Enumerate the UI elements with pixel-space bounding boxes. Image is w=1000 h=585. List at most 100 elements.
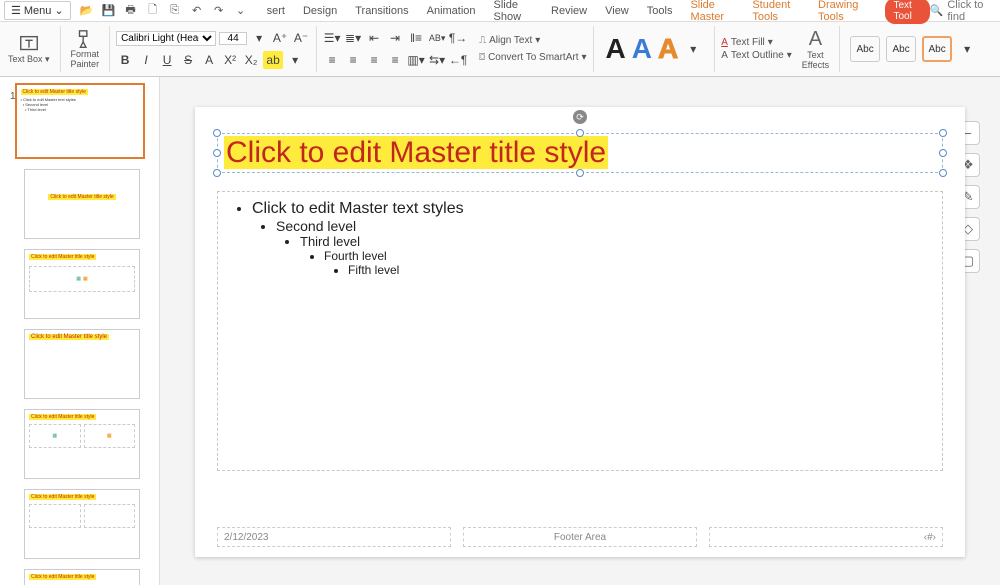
tab-student-tools[interactable]: Student Tools [752,0,800,23]
italic-button[interactable]: I [137,51,155,69]
resize-handle[interactable] [576,129,584,137]
tab-transitions[interactable]: Transitions [355,5,408,17]
thumbnail-layout-5[interactable]: Click to edit Master title style [24,489,140,559]
chevron-down-icon[interactable]: ⌄ [233,3,249,19]
rotate-handle-icon[interactable]: ⟳ [573,110,587,124]
undo-icon[interactable]: ↶ [189,3,205,19]
tab-view[interactable]: View [605,5,629,17]
tab-animation[interactable]: Animation [427,5,476,17]
tab-design[interactable]: Design [303,5,337,17]
align-justify-button[interactable]: ≡ [386,51,404,69]
format-painter-group[interactable]: Format Painter [67,22,104,76]
font-size-input[interactable] [219,32,247,45]
level-2[interactable]: Second level Third level Fourth level Fi… [276,218,928,277]
footer-placeholder[interactable]: Footer Area [463,527,697,547]
redo-icon[interactable]: ↷ [211,3,227,19]
chevron-down-icon[interactable]: ▾ [286,51,304,69]
thumbnail-layout-6[interactable]: Click to edit Master title style [24,569,140,585]
chevron-down-icon: ⌄ [54,4,63,17]
body-placeholder[interactable]: Click to edit Master text styles Second … [217,191,943,471]
wordart-style-1[interactable]: A [606,33,626,65]
wordart-gallery[interactable]: A A A ▾ [600,22,709,76]
text-outline-button[interactable]: A Text Outline ▾ [721,50,792,61]
open-icon[interactable]: 📂 [79,3,95,19]
superscript-button[interactable]: X² [221,51,239,69]
slide-canvas[interactable]: − ❖ ✎ ◇ ▢ ⟳ Click to edit Master title s… [160,77,1000,585]
dropdown-icon[interactable]: ▾ [250,29,268,47]
resize-handle[interactable] [939,169,947,177]
wordart-style-3[interactable]: A [658,33,678,65]
shadow-button[interactable]: A [200,51,218,69]
convert-smartart-button[interactable]: ⌼ Convert To SmartArt ▾ [479,52,586,63]
ltr-button[interactable]: ¶→ [449,29,467,47]
highlight-button[interactable]: ab [263,51,283,69]
level-1[interactable]: Click to edit Master text styles Second … [252,200,928,277]
bold-button[interactable]: B [116,51,134,69]
format-painter-icon [74,28,96,50]
save-icon[interactable]: 💾 [101,3,117,19]
resize-handle[interactable] [576,169,584,177]
thumbnail-layout-2[interactable]: Click to edit Master title style▦▦ [24,249,140,319]
level-3[interactable]: Third level Fourth level Fifth level [300,234,928,277]
font-name-select[interactable]: Calibri Light (Heading [116,31,216,46]
level-4[interactable]: Fourth level Fifth level [324,249,928,277]
increase-indent-button[interactable]: ⇥ [386,29,404,47]
columns-button[interactable]: ▥▾ [407,51,425,69]
shape-style-more-icon[interactable]: ▾ [958,40,976,58]
subscript-button[interactable]: X₂ [242,51,260,69]
resize-handle[interactable] [939,129,947,137]
align-text-label: Align Text [489,35,532,46]
shrink-font-icon[interactable]: A⁻ [292,29,310,47]
indent-marker-button[interactable]: ⇆▾ [428,51,446,69]
print-icon[interactable]: 🖶 [123,3,139,19]
resize-handle[interactable] [213,169,221,177]
search-box[interactable]: 🔍 Click to find [930,0,996,23]
title-placeholder[interactable]: ⟳ Click to edit Master title style [217,133,943,173]
resize-handle[interactable] [939,149,947,157]
align-center-button[interactable]: ≡ [344,51,362,69]
slide-panel[interactable]: 1 Click to edit Master title style • Cli… [0,77,160,585]
text-effects-button[interactable]: A Text Effects [798,22,833,76]
char-spacing-button[interactable]: AB▾ [428,29,446,47]
tab-review[interactable]: Review [551,5,587,17]
strike-button[interactable]: S [179,51,197,69]
thumbnail-layout-3[interactable]: Click to edit Master title style [24,329,140,399]
date-placeholder[interactable]: 2/12/2023 [217,527,451,547]
decrease-indent-button[interactable]: ⇤ [365,29,383,47]
textbox-group[interactable]: Text Box ▾ [4,22,54,76]
numbering-button[interactable]: ≣▾ [344,29,362,47]
resize-handle[interactable] [213,129,221,137]
tab-insert[interactable]: sert [267,5,285,17]
menu-button[interactable]: ☰ Menu ⌄ [4,1,71,20]
tab-tools[interactable]: Tools [647,5,673,17]
bullets-button[interactable]: ☰▾ [323,29,341,47]
export-icon[interactable]: ⎘ [167,3,183,19]
tab-slideshow[interactable]: Slide Show [494,0,534,23]
align-text-button[interactable]: ⎍ Align Text ▾ [479,35,586,46]
grow-font-icon[interactable]: A⁺ [271,29,289,47]
thumbnail-layout-1[interactable]: Click to edit Master title style [24,169,140,239]
text-fill-button[interactable]: A Text Fill ▾ [721,37,792,48]
print-preview-icon[interactable]: 🗋 [145,3,161,19]
tab-slide-master[interactable]: Slide Master [690,0,734,23]
align-right-button[interactable]: ≡ [365,51,383,69]
line-spacing-button[interactable]: ‖≡ [407,29,425,47]
tab-drawing-tools[interactable]: Drawing Tools [818,0,867,23]
shape-style-2[interactable]: Abc [886,36,916,62]
slidenumber-placeholder[interactable]: ‹#› [709,527,943,547]
search-icon: 🔍 [930,4,944,17]
wordart-more-icon[interactable]: ▾ [684,40,702,58]
wordart-style-2[interactable]: A [632,33,652,65]
resize-handle[interactable] [213,149,221,157]
thumbnail-layout-4[interactable]: Click to edit Master title style▦▦ [24,409,140,479]
underline-button[interactable]: U [158,51,176,69]
align-left-button[interactable]: ≡ [323,51,341,69]
shape-style-3[interactable]: Abc [922,36,952,62]
thumbnail-master[interactable]: Click to edit Master title style • Click… [15,83,145,159]
level-5[interactable]: Fifth level [348,263,928,277]
rtl-button[interactable]: ←¶ [449,51,467,69]
shape-style-1[interactable]: Abc [850,36,880,62]
menu-label: Menu [24,5,52,17]
tab-text-tools[interactable]: Text Tool [885,0,929,24]
title-text[interactable]: Click to edit Master title style [224,136,608,169]
